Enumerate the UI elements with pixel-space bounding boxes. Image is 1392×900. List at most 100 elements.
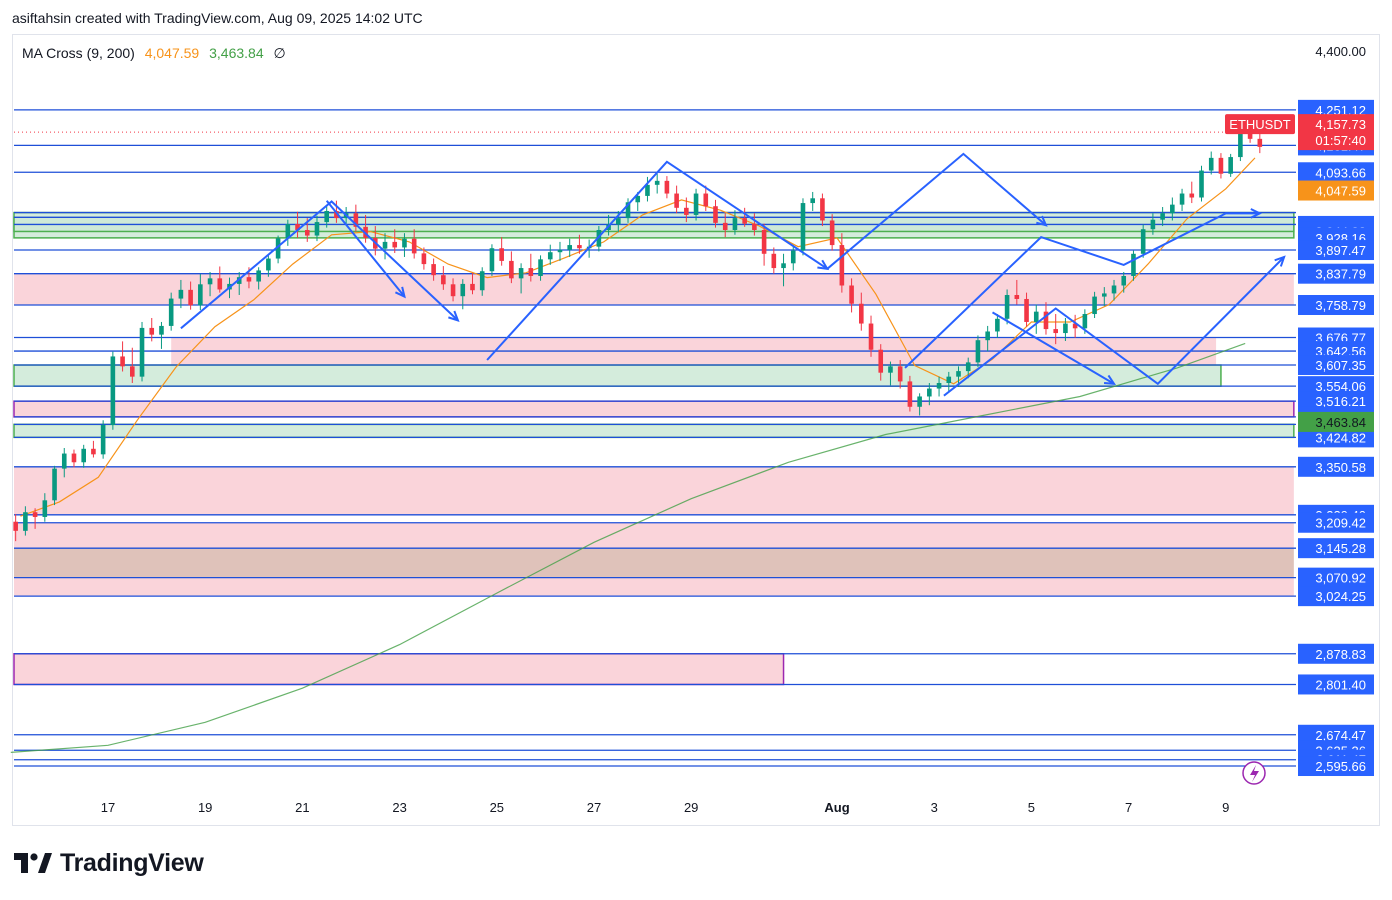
candle-body [547,252,553,260]
candle-body [693,193,699,215]
x-tick-label: 27 [587,800,601,815]
candle-body [91,448,96,455]
candle-body [217,278,223,290]
last-price-label: 4,157.73 [1315,117,1366,132]
candle-body [897,366,903,382]
candle-body [820,198,825,221]
candle-body [159,325,164,335]
x-axis: 17 19 21 23 25 27 29 Aug 3 5 7 9 [101,800,1230,815]
candle [790,245,796,271]
candle [217,266,223,293]
price-level-label: 3,837.79 [1315,267,1366,282]
candle-body [207,278,213,285]
candle-body [120,356,125,367]
candle-body [1131,253,1136,276]
candle-body [1208,157,1214,171]
candle-body [100,425,106,455]
candle-body [703,193,709,207]
indicator-legend[interactable]: MA Cross (9, 200) 4,047.59 3,463.84 ∅ [22,45,292,62]
price-level-label: 3,024.25 [1315,589,1366,604]
candle-body [684,207,689,215]
candle-body [664,180,670,194]
price-level-label: 3,145.28 [1315,541,1366,556]
price-level-label: 2,878.83 [1315,647,1366,662]
candle [674,185,679,214]
x-tick-label: 5 [1028,800,1035,815]
candle-body [771,253,777,269]
x-tick-label: 9 [1222,800,1229,815]
price-level-label: 3,209.42 [1315,516,1366,531]
candle-body [975,340,981,363]
price-level-label: 3,758.79 [1315,298,1366,313]
candle [800,198,806,256]
price-level-label: 3,516.21 [1315,394,1366,409]
brand-text: TradingView [60,848,204,877]
symbol-label: ETHUSDT [1229,117,1290,132]
candle-body [1014,295,1020,299]
candle [91,440,96,458]
candle-body [965,362,971,372]
indicator-visibility-icon[interactable]: ∅ [274,45,286,61]
candle-body [538,259,543,276]
candle-body [42,500,48,517]
candle-body [198,284,203,306]
candle-body [800,203,806,251]
candle-body [61,453,67,469]
candle [52,465,57,506]
candle-body [402,238,407,248]
candle-body [528,268,534,276]
x-tick-label: 17 [101,800,115,815]
candle-body [411,238,417,254]
candle-body [752,223,757,231]
candle-body [509,260,514,279]
candle-body [1179,193,1185,205]
candle [975,335,981,368]
candle-body [1189,193,1195,198]
candle-body [1199,170,1204,198]
candle-body [71,453,77,463]
candle-body [849,285,854,304]
candle-body [713,206,718,223]
candle [771,247,777,274]
candle [1189,181,1195,204]
candle-body [1218,157,1224,174]
price-level-label: 3,424.82 [1315,430,1366,445]
candle-body [489,248,495,272]
candle-body [1033,311,1039,322]
candle-body [1082,314,1088,329]
candle [1218,153,1224,179]
x-tick-label: 19 [198,800,212,815]
candle-body [382,241,388,249]
candle-body [742,218,747,224]
candle [100,420,106,459]
candle-body [936,382,942,389]
price-chart[interactable]: 17 19 21 23 25 27 29 Aug 3 5 7 9 4,400.004,251.124,… [0,0,1392,900]
candle [557,241,563,261]
zone-brown [14,548,1294,578]
candle-body [168,298,174,326]
pattern-line [826,152,1047,270]
zone-red [14,577,1294,597]
candle-body [188,289,193,306]
candle-body [761,230,767,254]
price-level-label: 2,801.40 [1315,677,1366,692]
candle-body [1238,131,1243,158]
zones-layer [13,211,1295,686]
x-tick-label: Aug [824,800,849,815]
candle-body [110,356,116,426]
candle-body [1024,298,1029,322]
candle-body [23,512,28,531]
candle-body [1150,219,1156,230]
ma-value-label: 4,047.59 [1315,184,1366,199]
price-level-label: 3,607.35 [1315,358,1366,373]
countdown-label: 01:57:40 [1315,133,1366,148]
indicator-fast-value: 4,047.59 [144,45,200,61]
candle-body [304,230,310,236]
candle-body [1111,285,1117,294]
x-tick-label: 7 [1125,800,1132,815]
candle-body [674,193,679,208]
candle [1228,153,1233,177]
tradingview-logo[interactable]: TradingView [14,848,204,878]
candle [81,444,86,468]
y-axis: 4,400.004,251.124,161.474,093.663,958.27… [1298,44,1374,777]
